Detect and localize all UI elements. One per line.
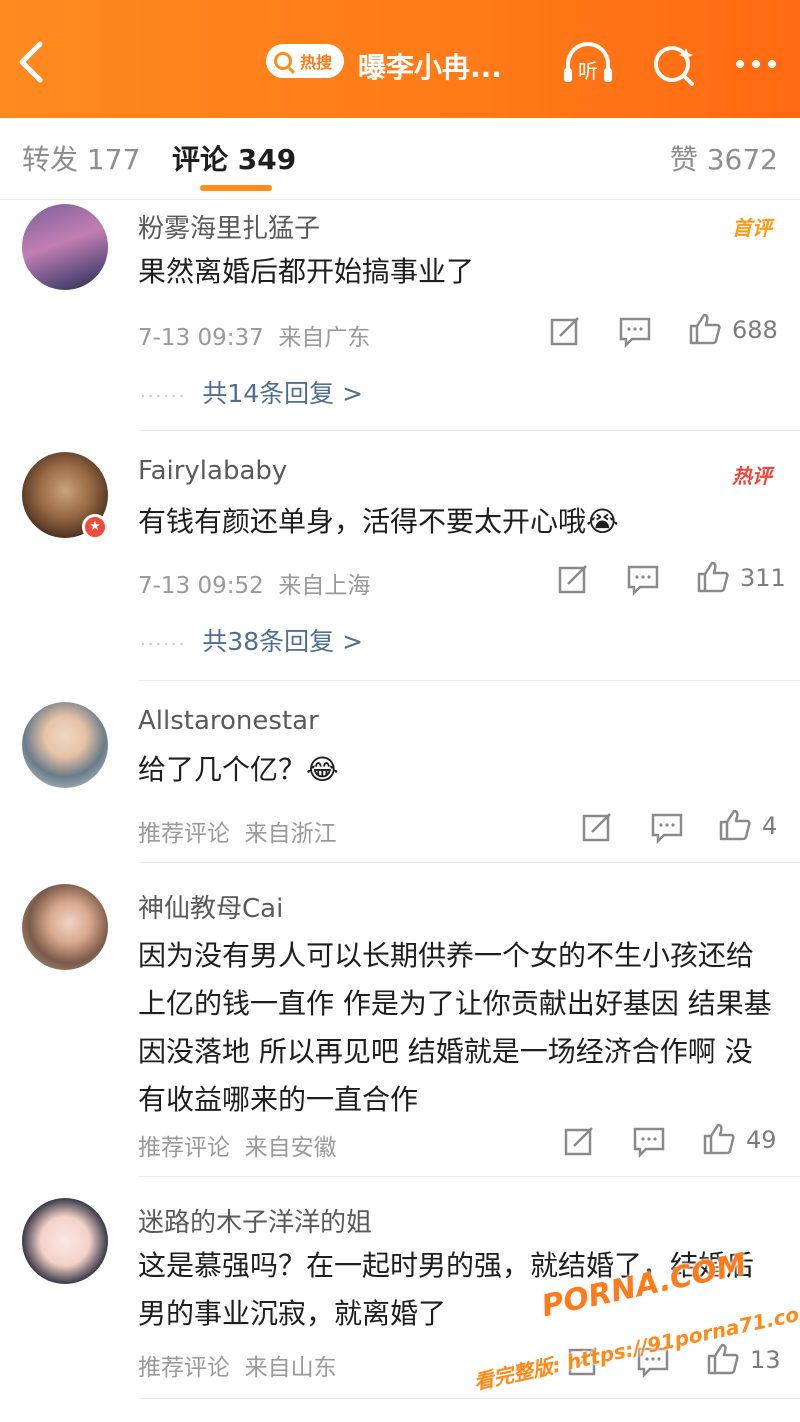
recommended-label: 推荐评论 bbox=[138, 1355, 230, 1381]
divider bbox=[138, 1398, 800, 1399]
verified-badge-icon: ★ bbox=[82, 514, 108, 540]
comment-text: 有钱有颜还单身，活得不要太开心哦😭 bbox=[138, 505, 619, 538]
username[interactable]: 神仙教母Cai bbox=[138, 888, 283, 925]
replies-label: 共38条回复 > bbox=[202, 627, 364, 656]
like-icon[interactable] bbox=[718, 808, 752, 842]
top-bar: 热搜 曝李小冉... 听 bbox=[0, 0, 800, 118]
comment-location: 来自上海 bbox=[278, 573, 371, 599]
avatar[interactable] bbox=[22, 1198, 108, 1284]
tab-comments[interactable]: 评论 349 bbox=[172, 138, 296, 178]
divider bbox=[138, 862, 800, 863]
comment-location: 来自安徽 bbox=[244, 1135, 337, 1161]
back-icon[interactable] bbox=[12, 38, 52, 86]
repost-icon[interactable] bbox=[580, 810, 614, 844]
repost-icon[interactable] bbox=[548, 314, 582, 348]
avatar[interactable] bbox=[22, 884, 108, 970]
view-replies-link[interactable]: ······ 共38条回复 > bbox=[140, 622, 363, 658]
comment-time: 7-13 09:37 bbox=[138, 325, 264, 351]
avatar[interactable] bbox=[22, 204, 108, 290]
username[interactable]: Allstaronestar bbox=[138, 706, 319, 736]
like-count: 4 bbox=[762, 812, 778, 840]
like-icon[interactable] bbox=[688, 312, 722, 346]
reply-icon[interactable] bbox=[650, 810, 684, 844]
comment-text: 因为没有男人可以长期供养一个女的不生小孩还给上亿的钱一直作 作是为了让你贡献出好… bbox=[138, 939, 772, 1116]
active-tab-indicator bbox=[200, 185, 272, 191]
avatar[interactable] bbox=[22, 702, 108, 788]
like-icon[interactable] bbox=[702, 1122, 736, 1156]
search-icon bbox=[274, 52, 292, 70]
like-icon[interactable] bbox=[696, 560, 730, 594]
hot-comment-badge: 热评 bbox=[732, 464, 772, 488]
username[interactable]: Fairylababy bbox=[138, 456, 287, 486]
like-count: 311 bbox=[740, 564, 786, 592]
comment-time: 7-13 09:52 bbox=[138, 573, 264, 599]
comment-text: 果然离婚后都开始搞事业了 bbox=[138, 255, 475, 288]
view-replies-link[interactable]: ······ 共14条回复 > bbox=[140, 374, 363, 410]
search-sparkle-icon[interactable] bbox=[648, 40, 704, 88]
like-count: 13 bbox=[750, 1346, 781, 1374]
comment-location: 来自浙江 bbox=[244, 821, 337, 847]
comment-location: 来自山东 bbox=[244, 1355, 337, 1381]
listen-icon[interactable]: 听 bbox=[560, 40, 616, 88]
first-comment-badge: 首评 bbox=[732, 216, 772, 240]
listen-label: 听 bbox=[578, 59, 598, 83]
repost-icon[interactable] bbox=[562, 1124, 596, 1158]
page-title[interactable]: 曝李小冉... bbox=[358, 46, 502, 86]
divider bbox=[138, 430, 800, 431]
tab-bar: 转发 177 评论 349 赞 3672 bbox=[0, 118, 800, 200]
hot-search-tag: 热搜 bbox=[300, 53, 333, 72]
username[interactable]: 迷路的木子洋洋的姐 bbox=[138, 1202, 372, 1239]
reply-icon[interactable] bbox=[632, 1124, 666, 1158]
hot-search-pill[interactable]: 热搜 bbox=[266, 44, 344, 78]
tab-reposts[interactable]: 转发 177 bbox=[22, 138, 140, 178]
recommended-label: 推荐评论 bbox=[138, 821, 230, 847]
replies-label: 共14条回复 > bbox=[202, 379, 364, 408]
reply-icon[interactable] bbox=[626, 562, 660, 596]
comment-location: 来自广东 bbox=[278, 325, 371, 351]
divider bbox=[138, 1176, 800, 1177]
divider bbox=[138, 680, 800, 681]
username[interactable]: 粉雾海里扎猛子 bbox=[138, 208, 320, 245]
comment-text: 给了几个亿？😂 bbox=[138, 753, 339, 786]
more-icon[interactable] bbox=[730, 40, 786, 88]
tab-likes[interactable]: 赞 3672 bbox=[670, 138, 778, 178]
like-count: 49 bbox=[746, 1126, 777, 1154]
like-icon[interactable] bbox=[706, 1342, 740, 1376]
like-count: 688 bbox=[732, 316, 778, 344]
reply-icon[interactable] bbox=[618, 314, 652, 348]
repost-icon[interactable] bbox=[556, 562, 590, 596]
recommended-label: 推荐评论 bbox=[138, 1135, 230, 1161]
